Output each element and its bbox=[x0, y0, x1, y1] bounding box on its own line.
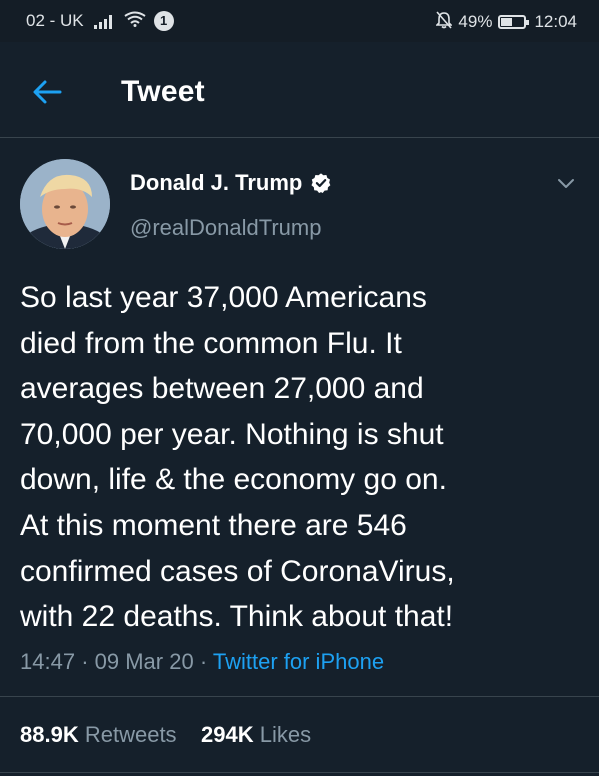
tweet-text-line: confirmed cases of CoronaVirus, bbox=[20, 554, 455, 588]
carrier-label: 02 - UK bbox=[26, 11, 84, 30]
back-button[interactable] bbox=[26, 74, 66, 110]
tweet-header: Tweet bbox=[0, 42, 599, 138]
display-name[interactable]: Donald J. Trump bbox=[130, 170, 302, 196]
mute-icon bbox=[435, 11, 454, 32]
battery-percent: 49% bbox=[458, 11, 493, 31]
tweet-text-line: averages between 27,000 and bbox=[20, 372, 424, 406]
verified-badge-icon bbox=[311, 173, 331, 193]
tweet-text-line: died from the common Flu. It bbox=[20, 326, 402, 360]
arrow-left-icon bbox=[33, 80, 62, 104]
tweet-date: 09 Mar 20 bbox=[94, 649, 194, 674]
status-bar-left: 02 - UK 1 bbox=[26, 11, 174, 31]
meta-separator: · bbox=[199, 649, 208, 674]
signal-icon bbox=[93, 13, 116, 29]
retweets-count: 88.9K bbox=[20, 722, 79, 747]
tweet-text: So last year 37,000 Americans died from … bbox=[20, 275, 580, 640]
divider bbox=[0, 696, 599, 697]
likes-stat[interactable]: 294K Likes bbox=[201, 722, 311, 747]
retweets-stat[interactable]: 88.9K Retweets bbox=[20, 722, 183, 747]
status-bar-right: 49% 12:04 bbox=[435, 11, 577, 32]
avatar[interactable] bbox=[20, 159, 110, 249]
name-row: Donald J. Trump bbox=[130, 170, 332, 196]
tweet-source-link[interactable]: Twitter for iPhone bbox=[213, 649, 384, 674]
battery-icon bbox=[498, 14, 530, 29]
retweets-label: Retweets bbox=[84, 722, 177, 747]
notification-badge: 1 bbox=[153, 11, 174, 31]
tweet-text-line: with 22 deaths. Think about that! bbox=[20, 600, 454, 634]
page-title: Tweet bbox=[121, 75, 205, 108]
meta-separator: · bbox=[81, 649, 89, 674]
status-bar: 02 - UK 1 49% 12:04 bbox=[0, 0, 599, 42]
chevron-down-icon[interactable] bbox=[557, 178, 575, 190]
clock: 12:04 bbox=[534, 11, 577, 31]
tweet-text-line: So last year 37,000 Americans bbox=[20, 281, 427, 314]
tweet-time: 14:47 bbox=[20, 649, 76, 674]
wifi-icon bbox=[124, 11, 146, 31]
divider bbox=[0, 772, 599, 773]
tweet-text-line: At this moment there are 546 bbox=[20, 508, 407, 542]
tweet-text-line: 70,000 per year. Nothing is shut bbox=[20, 417, 444, 451]
tweet-text-line: down, life & the economy go on. bbox=[20, 463, 447, 497]
likes-label: Likes bbox=[259, 722, 312, 747]
tweet-stats: 88.9K Retweets 294K Likes bbox=[20, 722, 311, 748]
tweet-meta: 14:47 · 09 Mar 20 · Twitter for iPhone bbox=[20, 649, 384, 675]
likes-count: 294K bbox=[201, 722, 254, 747]
user-handle[interactable]: @realDonaldTrump bbox=[130, 215, 321, 241]
